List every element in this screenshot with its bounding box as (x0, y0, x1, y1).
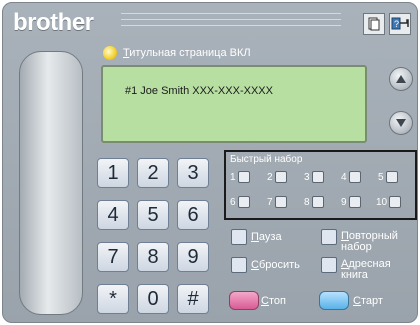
speed-dial-button[interactable] (237, 196, 250, 208)
arrow-up-icon (396, 75, 406, 83)
lcd-display: #1 Joe Smith XXX-XXX-XXXX (101, 65, 367, 143)
speed-dial-button[interactable] (348, 171, 361, 183)
speed-dial-number: 8 (304, 196, 310, 208)
speed-dial-button[interactable] (274, 196, 287, 208)
speed-dial-panel: Быстрый набор 1 2 3 4 5 6 7 8 9 10 (224, 150, 417, 220)
lcd-text: #1 Joe Smith XXX-XXX-XXXX (125, 85, 273, 97)
help-icon: ? (391, 17, 409, 30)
speed-dial-number: 10 (376, 196, 388, 208)
speed-dial-7[interactable]: 7 (267, 196, 287, 208)
start-label: Старт (353, 295, 383, 307)
key-3[interactable]: 3 (177, 158, 209, 188)
speed-dial-button[interactable] (348, 196, 361, 208)
speed-dial-button[interactable] (274, 171, 287, 183)
key-hash[interactable]: # (177, 284, 209, 314)
speed-dial-number: 3 (304, 171, 310, 183)
speed-dial-button[interactable] (311, 171, 324, 183)
key-star[interactable]: * (97, 284, 129, 314)
speed-dial-1[interactable]: 1 (230, 171, 250, 183)
start-button[interactable] (319, 291, 349, 310)
help-button[interactable]: ? (389, 13, 411, 35)
speed-dial-button[interactable] (311, 196, 324, 208)
speed-dial-9[interactable]: 9 (341, 196, 361, 208)
pause-label: Пауза (251, 231, 282, 243)
speed-dial-number: 9 (341, 196, 347, 208)
title-page-label: Титульная страница ВКЛ (123, 47, 251, 59)
speed-dial-5[interactable]: 5 (378, 171, 398, 183)
scroll-up-button[interactable] (389, 67, 413, 91)
address-book-button[interactable] (321, 257, 337, 273)
speed-dial-button[interactable] (237, 171, 250, 183)
key-8[interactable]: 8 (137, 242, 169, 272)
speed-dial-number: 5 (378, 171, 384, 183)
key-7[interactable]: 7 (97, 242, 129, 272)
reset-label: Сбросить (251, 259, 300, 271)
address-book-label: Адресная книга (341, 258, 391, 281)
speed-dial-number: 7 (267, 196, 273, 208)
speed-dial-number: 1 (230, 171, 236, 183)
redial-button[interactable] (321, 229, 337, 245)
speed-dial-4[interactable]: 4 (341, 171, 361, 183)
speed-dial-number: 6 (230, 196, 236, 208)
key-2[interactable]: 2 (137, 158, 169, 188)
handset[interactable] (19, 51, 83, 315)
pause-button[interactable] (231, 229, 247, 245)
key-1[interactable]: 1 (97, 158, 129, 188)
key-9[interactable]: 9 (177, 242, 209, 272)
stop-button[interactable] (229, 291, 259, 310)
speed-dial-number: 2 (267, 171, 273, 183)
doc-button[interactable] (363, 13, 385, 35)
title-page-indicator-icon (103, 46, 117, 60)
scroll-down-button[interactable] (389, 111, 413, 135)
speed-dial-button[interactable] (385, 171, 398, 183)
svg-text:?: ? (394, 19, 399, 29)
decorative-stripes (121, 13, 341, 29)
speed-dial-title: Быстрый набор (230, 154, 303, 165)
speed-dial-6[interactable]: 6 (230, 196, 250, 208)
speed-dial-3[interactable]: 3 (304, 171, 324, 183)
fax-panel: brother ? Титульная страница ВКЛ #1 Joe … (2, 2, 418, 323)
arrow-down-icon (396, 119, 406, 127)
reset-button[interactable] (231, 257, 247, 273)
key-5[interactable]: 5 (137, 200, 169, 230)
stop-label: Стоп (261, 295, 286, 307)
key-6[interactable]: 6 (177, 200, 209, 230)
key-4[interactable]: 4 (97, 200, 129, 230)
speed-dial-2[interactable]: 2 (267, 171, 287, 183)
top-bar: brother ? (3, 3, 417, 43)
key-0[interactable]: 0 (137, 284, 169, 314)
document-icon (368, 17, 380, 31)
speed-dial-8[interactable]: 8 (304, 196, 324, 208)
speed-dial-number: 4 (341, 171, 347, 183)
redial-label: Повторный набор (341, 230, 398, 253)
speed-dial-button[interactable] (389, 196, 402, 208)
brand-logo: brother (13, 9, 94, 36)
speed-dial-10[interactable]: 10 (376, 196, 402, 208)
